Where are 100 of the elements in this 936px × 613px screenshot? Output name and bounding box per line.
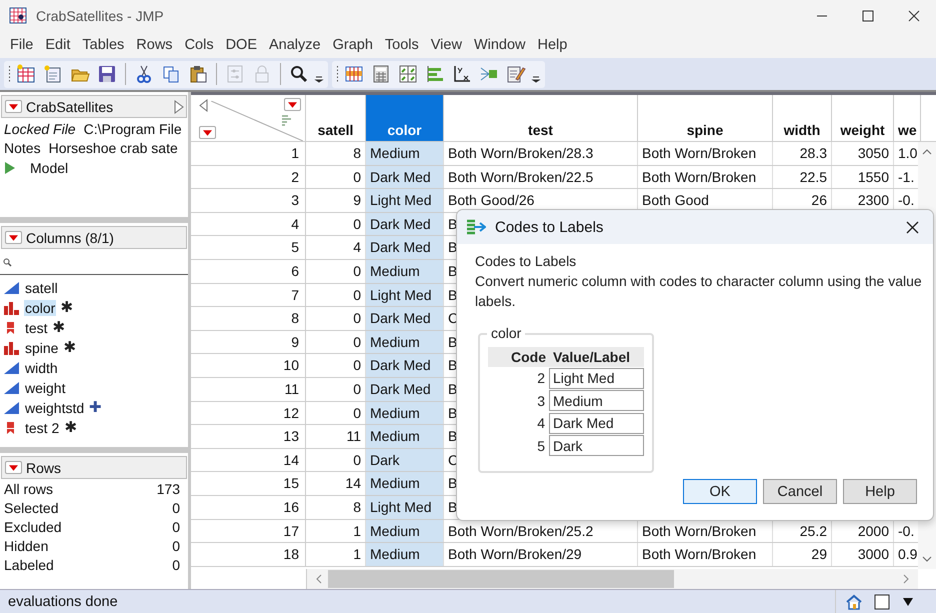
column-status-symbol: ✚ <box>89 400 102 416</box>
column-name[interactable]: color <box>24 300 56 316</box>
table-cell: Dark Med <box>366 166 444 188</box>
column-header[interactable]: test <box>444 95 638 141</box>
column-name[interactable]: width <box>24 360 59 376</box>
row-number[interactable]: 10 <box>191 354 306 377</box>
table-cell: Dark Med <box>366 212 444 236</box>
row-number[interactable]: 9 <box>191 330 306 354</box>
scroll-up-icon[interactable] <box>922 148 932 155</box>
table-cell: Both Worn/Broken <box>638 166 773 188</box>
row-number[interactable]: 11 <box>191 378 306 401</box>
row-stat-value: 0 <box>172 538 180 554</box>
dropdown-button[interactable] <box>5 100 22 113</box>
column-name[interactable]: spine <box>24 340 60 356</box>
row-number[interactable]: 8 <box>191 307 306 330</box>
dialog-button[interactable]: Cancel <box>763 479 837 504</box>
square-icon[interactable] <box>874 594 890 610</box>
menu-item[interactable]: Graph <box>326 37 379 53</box>
scroll-right-icon[interactable] <box>903 574 910 584</box>
menu-item[interactable]: Tools <box>378 37 425 53</box>
column-name[interactable]: satell <box>24 280 59 296</box>
dropdown-button[interactable] <box>284 98 301 111</box>
search-icon <box>3 258 12 266</box>
property-label: Locked File <box>4 120 76 137</box>
dialog-button[interactable]: OK <box>683 479 757 504</box>
column-header[interactable]: weight <box>832 95 894 141</box>
bar-chart-icon <box>3 301 20 315</box>
row-number[interactable]: 13 <box>191 425 306 448</box>
dialog-button[interactable]: Help <box>843 479 917 504</box>
table-cell: Dark Med <box>366 307 444 330</box>
maximize-icon[interactable] <box>862 10 874 22</box>
sort-icon[interactable] <box>281 115 293 126</box>
play-icon[interactable] <box>4 162 16 174</box>
panel-title: CrabSatellites <box>26 98 114 114</box>
menu-item[interactable]: DOE <box>220 37 263 53</box>
column-header[interactable]: color <box>366 95 444 141</box>
row-number[interactable]: 3 <box>191 189 306 212</box>
menu-item[interactable]: View <box>424 37 468 53</box>
dropdown-button[interactable] <box>5 231 22 244</box>
row-number[interactable]: 17 <box>191 520 306 542</box>
table-cell: Light Med <box>366 189 444 212</box>
row-stat-value: 0 <box>172 500 180 516</box>
column-name[interactable]: weight <box>24 380 66 396</box>
dialog-app-icon <box>466 218 486 236</box>
table-cell: 22.5 <box>773 166 832 188</box>
row-number[interactable]: 5 <box>191 236 306 259</box>
menu-item[interactable]: Window <box>468 37 532 53</box>
horizontal-scrollbar[interactable] <box>307 569 918 589</box>
label-field[interactable]: Light Med <box>549 368 644 389</box>
row-number[interactable]: 12 <box>191 402 306 424</box>
label-field[interactable]: Medium <box>549 390 644 412</box>
table-cell: Medium <box>366 260 444 283</box>
dropdown-icon[interactable] <box>902 596 914 606</box>
column-header[interactable]: width <box>773 95 832 141</box>
menu-item[interactable]: Edit <box>39 37 76 53</box>
row-number[interactable]: 4 <box>191 212 306 236</box>
table-cell: Dark Med <box>366 354 444 377</box>
row-stat-label: Hidden <box>4 538 48 554</box>
column-name[interactable]: test 2 <box>24 420 60 436</box>
table-cell: Dark Med <box>366 236 444 259</box>
menu-item[interactable]: Cols <box>178 37 220 53</box>
expand-icon[interactable] <box>174 100 184 114</box>
menu-item[interactable]: File <box>4 37 40 53</box>
row-number[interactable]: 1 <box>191 142 306 165</box>
column-name[interactable]: weightstd <box>24 400 86 416</box>
row-number[interactable]: 6 <box>191 260 306 283</box>
table-cell: 3050 <box>832 142 894 165</box>
menu-item[interactable]: Tables <box>76 37 130 53</box>
grip-icon[interactable] <box>336 65 339 83</box>
table-cell: Dark Med <box>366 378 444 401</box>
table-cell: Both Worn/Broken/22.5 <box>444 166 638 188</box>
row-number[interactable]: 14 <box>191 448 306 472</box>
property-label: Notes <box>4 140 41 156</box>
grip-icon[interactable] <box>8 65 11 83</box>
row-number[interactable]: 7 <box>191 284 306 306</box>
close-icon[interactable] <box>908 10 920 22</box>
row-number[interactable]: 18 <box>191 543 306 566</box>
scroll-left-icon[interactable] <box>315 574 322 584</box>
row-number[interactable]: 15 <box>191 472 306 495</box>
home-icon[interactable] <box>846 594 862 610</box>
close-icon[interactable] <box>906 220 919 234</box>
row-number[interactable]: 2 <box>191 166 306 188</box>
menu-item[interactable]: Rows <box>130 37 179 53</box>
row-stat-value: 173 <box>156 481 180 498</box>
dropdown-button[interactable] <box>5 461 22 474</box>
collapse-icon[interactable] <box>199 99 208 112</box>
column-status-symbol: ✱ <box>63 340 76 356</box>
column-status-symbol: ✱ <box>64 420 78 436</box>
menu-item[interactable]: Analyze <box>263 37 327 53</box>
property-value: C:\Program File <box>84 120 182 137</box>
scroll-down-icon[interactable] <box>922 556 932 563</box>
label-field[interactable]: Dark Med <box>549 412 644 434</box>
column-name[interactable]: test <box>24 320 49 336</box>
column-header[interactable]: we <box>894 95 921 141</box>
menu-item[interactable]: Help <box>532 37 574 53</box>
column-header[interactable]: spine <box>638 95 773 141</box>
label-field[interactable]: Dark <box>549 435 644 456</box>
script-link[interactable]: Model <box>30 160 68 176</box>
dropdown-button[interactable] <box>199 126 216 139</box>
row-number[interactable]: 16 <box>191 496 306 518</box>
